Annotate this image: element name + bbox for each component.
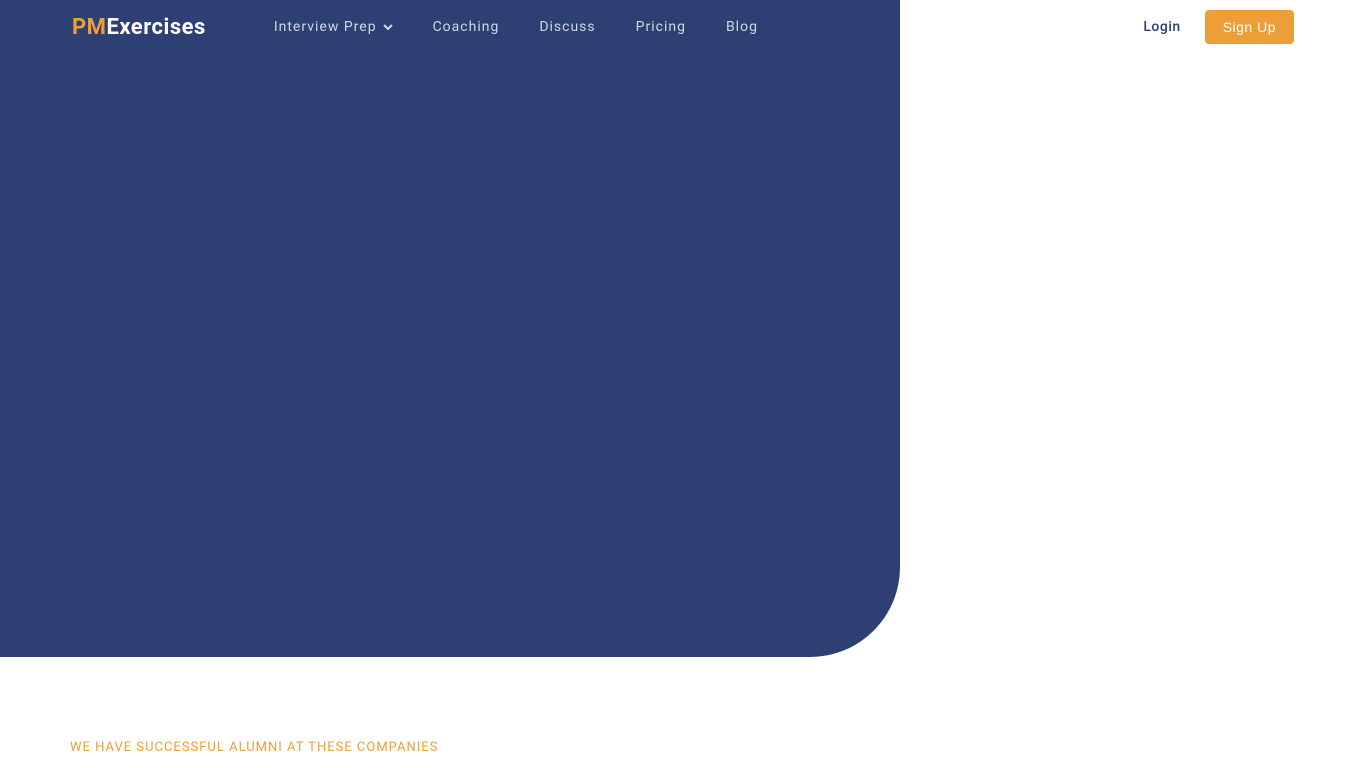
nav-blog[interactable]: Blog bbox=[726, 19, 758, 35]
nav-link-label: Blog bbox=[726, 19, 758, 35]
nav-link-label: Interview Prep bbox=[274, 19, 377, 35]
logo[interactable]: PMExercises bbox=[72, 15, 206, 40]
nav-link-label: Coaching bbox=[433, 19, 500, 35]
nav-discuss[interactable]: Discuss bbox=[539, 19, 595, 35]
alumni-section: WE HAVE SUCCESSFUL ALUMNI AT THESE COMPA… bbox=[70, 740, 438, 755]
alumni-heading: WE HAVE SUCCESSFUL ALUMNI AT THESE COMPA… bbox=[70, 740, 438, 755]
nav-interview-prep[interactable]: Interview Prep bbox=[274, 19, 393, 35]
hero-background bbox=[0, 0, 900, 657]
navbar: PMExercises Interview Prep Coaching Disc… bbox=[0, 0, 1366, 54]
logo-pm: PM bbox=[72, 15, 106, 40]
login-link[interactable]: Login bbox=[1143, 19, 1180, 35]
nav-link-label: Discuss bbox=[539, 19, 595, 35]
nav-links: Interview Prep Coaching Discuss Pricing … bbox=[274, 19, 758, 35]
nav-right: Login Sign Up bbox=[1143, 10, 1294, 44]
signup-button[interactable]: Sign Up bbox=[1205, 10, 1294, 44]
nav-coaching[interactable]: Coaching bbox=[433, 19, 500, 35]
logo-exercises: Exercises bbox=[106, 15, 205, 40]
nav-pricing[interactable]: Pricing bbox=[636, 19, 686, 35]
nav-link-label: Pricing bbox=[636, 19, 686, 35]
chevron-down-icon bbox=[383, 22, 393, 32]
